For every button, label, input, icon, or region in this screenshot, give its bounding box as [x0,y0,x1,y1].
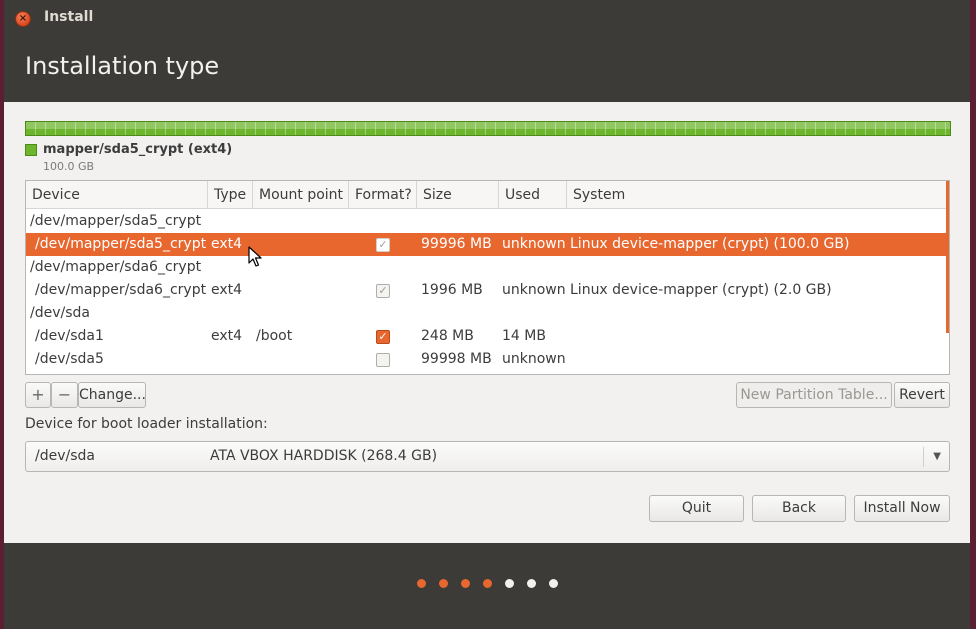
device-cell: /dev/mapper/sda6_crypt [35,282,207,298]
device-cell: /dev/sda [30,305,90,321]
partition-legend-name: mapper/sda5_crypt (ext4) [43,142,233,157]
partition-table[interactable]: Device Type Mount point Format? Size Use… [25,180,950,375]
system-cell: Linux device-mapper (crypt) (100.0 GB) [570,236,850,252]
column-header-system[interactable]: System [567,181,949,209]
installer-window: × Install Installation type mapper/sda5_… [4,0,970,629]
table-row[interactable]: /dev/sda5 99998 MB unknown [26,348,949,371]
format-checkbox[interactable]: ✓ [376,284,390,298]
size-cell: 1996 MB [421,282,483,298]
device-cell: /dev/mapper/sda5_crypt [30,213,202,229]
device-cell: /dev/sda5 [35,351,104,367]
mouse-cursor-icon [248,246,262,267]
remove-partition-button[interactable]: − [51,382,78,408]
table-header: Device Type Mount point Format? Size Use… [26,181,949,209]
window-title: Install [44,9,94,25]
size-cell: 248 MB [421,328,474,344]
change-partition-button[interactable]: Change... [78,382,146,408]
device-cell: /dev/mapper/sda5_crypt [35,236,207,252]
column-header-format[interactable]: Format? [349,181,417,209]
progress-dot-complete [483,579,492,588]
page-title: Installation type [25,52,220,80]
table-scrollbar[interactable] [946,181,949,333]
progress-dot-pending [527,579,536,588]
table-row[interactable]: /dev/mapper/sda6_crypt ext4 ✓ 1996 MB un… [26,279,949,302]
progress-dot-pending [549,579,558,588]
quit-button[interactable]: Quit [649,495,744,522]
used-cell: unknown [502,236,566,252]
table-row[interactable]: /dev/sda1 ext4 /boot ✓ 248 MB 14 MB [26,325,949,348]
title-bar: × Install [4,0,970,36]
size-cell: 99996 MB [421,236,492,252]
type-cell: ext4 [211,236,243,252]
plus-icon: + [31,385,45,404]
partition-legend-swatch [25,144,37,156]
table-row[interactable]: /dev/sda [26,302,949,325]
add-partition-button[interactable]: + [25,382,51,408]
column-header-mount-point[interactable]: Mount point [253,181,349,209]
format-checkbox[interactable]: ✓ [376,330,390,344]
back-button[interactable]: Back [752,495,846,522]
column-header-type[interactable]: Type [208,181,253,209]
used-cell: 14 MB [502,328,546,344]
bootloader-device: /dev/sda [35,448,95,464]
progress-dot-complete [439,579,448,588]
device-cell: /dev/mapper/sda6_crypt [30,259,202,275]
column-header-device[interactable]: Device [26,181,208,209]
chevron-down-icon[interactable]: ▼ [933,442,941,471]
progress-dot-pending [505,579,514,588]
bootloader-device-description: ATA VBOX HARDDISK (268.4 GB) [210,448,438,464]
device-cell: /dev/sda1 [35,328,104,344]
type-cell: ext4 [211,328,243,344]
mount-cell: /boot [256,328,293,344]
new-partition-table-button[interactable]: New Partition Table... [736,382,892,408]
used-cell: unknown [502,282,566,298]
format-checkbox[interactable]: ✓ [376,238,390,252]
footer-progress-area [4,543,970,629]
type-cell: ext4 [211,282,243,298]
size-cell: 99998 MB [421,351,492,367]
system-cell: Linux device-mapper (crypt) (2.0 GB) [570,282,832,298]
format-checkbox[interactable] [376,353,390,367]
bootloader-device-select[interactable]: /dev/sda ATA VBOX HARDDISK (268.4 GB) ▼ [25,441,950,472]
used-cell: unknown [502,351,566,367]
table-row[interactable]: /dev/mapper/sda6_crypt [26,256,949,279]
progress-dot-complete [461,579,470,588]
progress-dot-complete [417,579,426,588]
table-row[interactable]: /dev/mapper/sda5_crypt [26,210,949,233]
column-header-size[interactable]: Size [417,181,499,209]
page-header: Installation type [4,36,970,102]
table-row-selected[interactable]: /dev/mapper/sda5_crypt ext4 ✓ 99996 MB u… [26,233,949,256]
revert-button[interactable]: Revert [894,382,950,408]
partition-usage-bar [25,121,951,136]
install-now-button[interactable]: Install Now [854,495,950,522]
bootloader-label: Device for boot loader installation: [25,416,268,432]
close-icon[interactable]: × [15,11,31,27]
partition-legend-size: 100.0 GB [43,160,95,173]
minus-icon: − [57,385,72,404]
dropdown-separator [923,447,924,467]
column-header-used[interactable]: Used [499,181,567,209]
